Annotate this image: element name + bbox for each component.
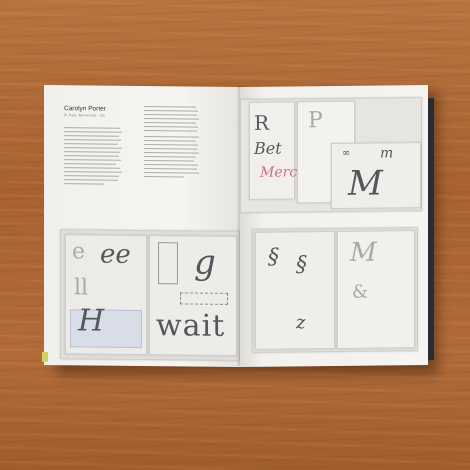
sketch-ampersand: & xyxy=(352,281,369,303)
text-line xyxy=(144,168,197,170)
text-line xyxy=(64,155,119,158)
text-line xyxy=(144,114,197,116)
sketch-mark: m xyxy=(380,145,394,162)
text-line xyxy=(64,179,118,182)
text-line xyxy=(144,106,196,108)
text-line xyxy=(64,171,122,174)
text-line xyxy=(64,135,119,138)
sketch-g: g xyxy=(194,242,216,283)
sketch-ee: ee xyxy=(100,239,131,270)
open-book: Carolyn Porter St Paul, Minnesota · US e… xyxy=(42,84,434,368)
text-line xyxy=(144,136,199,138)
sketch-letter: P xyxy=(308,108,323,134)
text-line xyxy=(144,122,196,124)
sketch-letter: R xyxy=(254,110,270,135)
text-line xyxy=(144,130,197,132)
sketch-sheet: M & xyxy=(337,230,415,349)
text-line xyxy=(64,139,121,142)
sketch-box xyxy=(158,242,178,285)
artist-location: St Paul, Minnesota · US xyxy=(64,113,105,118)
right-page: R Bet Merci P ∞ m M § § z M & xyxy=(240,85,428,367)
text-line xyxy=(144,118,199,120)
sketch-h: H xyxy=(78,303,105,339)
text-line xyxy=(144,152,199,154)
sketch-letter: M xyxy=(350,237,377,268)
sketch-dashed-box xyxy=(180,292,228,305)
text-line xyxy=(144,176,184,178)
sketch-wait: wait xyxy=(156,308,226,344)
artist-name: Carolyn Porter xyxy=(64,105,106,113)
sketch-z: z xyxy=(296,312,306,334)
text-line xyxy=(64,151,120,154)
text-line xyxy=(144,148,197,150)
text-line xyxy=(144,110,198,112)
sketch-photo-top: R Bet Merci P ∞ m M xyxy=(240,97,422,213)
text-line xyxy=(144,126,198,128)
sketch-sheet: ∞ m M xyxy=(331,142,421,210)
text-line xyxy=(64,167,120,170)
sketch-mark: ∞ xyxy=(342,147,351,159)
text-line xyxy=(64,175,119,178)
sketch-monogram-m: M xyxy=(348,163,383,204)
text-line xyxy=(144,144,198,146)
text-line xyxy=(144,160,194,162)
text-line xyxy=(64,147,122,150)
text-line xyxy=(144,156,196,158)
text-line xyxy=(144,172,199,174)
book-cover-edge xyxy=(42,352,48,362)
sketch-merci: Merci xyxy=(260,164,302,181)
sketch-sheet: R Bet Merci xyxy=(249,101,302,200)
sketch-word: Bet xyxy=(254,138,282,158)
sketch-treble: § xyxy=(268,244,279,270)
text-line xyxy=(64,143,118,146)
text-line xyxy=(64,131,122,134)
text-line xyxy=(64,159,121,162)
sketch-treble: § xyxy=(296,252,307,278)
left-page: Carolyn Porter St Paul, Minnesota · US e… xyxy=(44,84,240,368)
text-line xyxy=(64,183,104,185)
sketch-sheet: g wait xyxy=(149,235,237,356)
text-line xyxy=(144,164,198,166)
text-line xyxy=(64,163,116,166)
sketch-sheet: § § z xyxy=(255,230,335,350)
sketch-letter: ll xyxy=(74,275,89,301)
sketch-photo-bottom: § § z M & xyxy=(252,227,418,353)
sketch-sheet: e ee ll H xyxy=(65,234,147,356)
sketch-photo-left: e ee ll H g wait xyxy=(60,229,240,362)
text-line xyxy=(64,127,120,130)
sketch-letter: e xyxy=(72,239,86,265)
text-line xyxy=(144,140,196,142)
